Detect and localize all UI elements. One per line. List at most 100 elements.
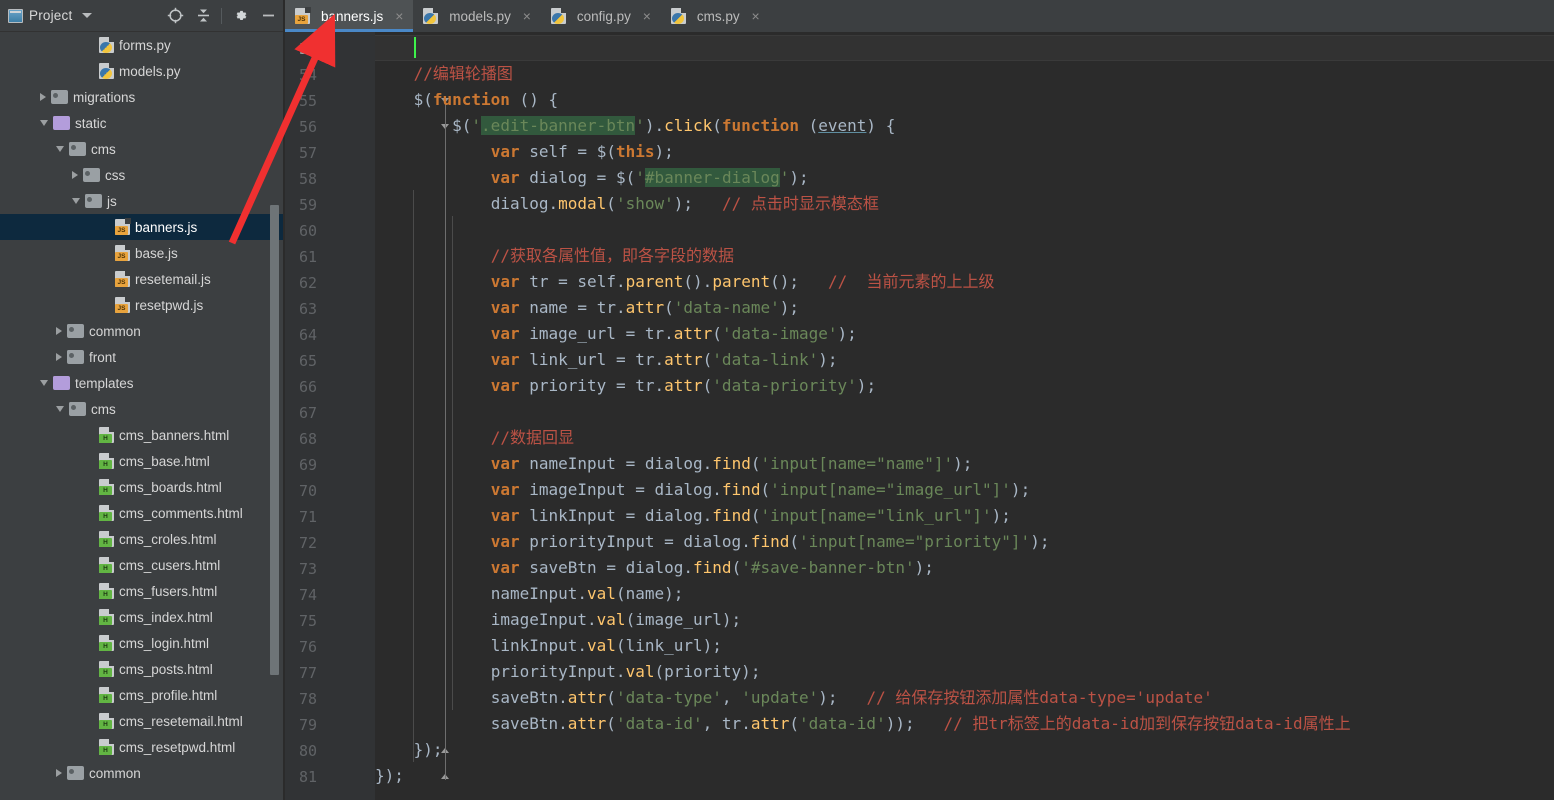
html-file-icon bbox=[99, 686, 115, 703]
line-number: 67 bbox=[298, 404, 317, 422]
line-number: 81 bbox=[298, 768, 317, 786]
tree-item[interactable]: cms_croles.html bbox=[0, 526, 285, 552]
chevron-down-icon[interactable] bbox=[40, 120, 48, 126]
folder-icon bbox=[69, 402, 86, 416]
chevron-down-icon[interactable] bbox=[56, 146, 64, 152]
tree-item-label: static bbox=[75, 115, 107, 131]
tree-item[interactable]: cms_login.html bbox=[0, 630, 285, 656]
line-number: 68 bbox=[298, 430, 317, 448]
tree-item[interactable]: cms_base.html bbox=[0, 448, 285, 474]
tree-item[interactable]: cms_resetpwd.html bbox=[0, 734, 285, 760]
line-number: 66 bbox=[298, 378, 317, 396]
line-number: 76 bbox=[298, 638, 317, 656]
tree-item-label: templates bbox=[75, 375, 134, 391]
tree-item[interactable]: static bbox=[0, 110, 285, 136]
editor-tab-label: models.py bbox=[449, 8, 511, 24]
text-caret bbox=[414, 37, 417, 58]
python-file-icon bbox=[550, 7, 567, 24]
tree-item[interactable]: cms_banners.html bbox=[0, 422, 285, 448]
code-line: var priority = tr.attr('data-priority'); bbox=[490, 376, 877, 395]
code-line: $(function () { bbox=[413, 90, 559, 109]
close-icon[interactable]: × bbox=[521, 9, 533, 23]
chevron-down-icon[interactable] bbox=[56, 406, 64, 412]
editor-tab-label: config.py bbox=[576, 8, 631, 24]
tree-item[interactable]: templates bbox=[0, 370, 285, 396]
toolbar-divider bbox=[221, 7, 222, 24]
project-panel-header: Project bbox=[0, 0, 285, 32]
html-file-icon bbox=[99, 582, 115, 599]
tree-item-label: base.js bbox=[135, 245, 178, 261]
tree-item-label: resetpwd.js bbox=[135, 297, 204, 313]
chevron-down-icon[interactable] bbox=[40, 380, 48, 386]
chevron-right-icon[interactable] bbox=[72, 171, 78, 179]
line-number: 79 bbox=[298, 716, 317, 734]
tree-item[interactable]: js bbox=[0, 188, 285, 214]
chevron-down-icon[interactable] bbox=[82, 13, 93, 18]
tree-item[interactable]: base.js bbox=[0, 240, 285, 266]
locate-target-icon[interactable] bbox=[162, 3, 188, 29]
tree-item[interactable]: cms bbox=[0, 396, 285, 422]
tree-item[interactable]: common bbox=[0, 318, 285, 344]
tree-item[interactable]: cms_fusers.html bbox=[0, 578, 285, 604]
tree-item[interactable]: resetpwd.js bbox=[0, 292, 285, 318]
editor-tab-banners-js[interactable]: banners.js × bbox=[285, 0, 414, 32]
editor-tab-config-py[interactable]: config.py × bbox=[541, 0, 661, 32]
tree-item[interactable]: resetemail.js bbox=[0, 266, 285, 292]
editor-area: banners.js × models.py × config.py × cms.py × 5… bbox=[285, 0, 1554, 800]
javascript-file-icon bbox=[115, 296, 131, 313]
tree-item-label: cms_boards.html bbox=[119, 479, 222, 495]
tree-item[interactable]: forms.py bbox=[0, 32, 285, 58]
tree-item[interactable]: common bbox=[0, 760, 285, 786]
tree-item-label: cms bbox=[91, 141, 116, 157]
settings-gear-icon[interactable] bbox=[227, 3, 253, 29]
tree-item-label: cms_resetpwd.html bbox=[119, 739, 236, 755]
code-line: var priorityInput = dialog.find('input[n… bbox=[490, 532, 1050, 551]
line-number: 77 bbox=[298, 664, 317, 682]
tree-item[interactable]: cms bbox=[0, 136, 285, 162]
tree-item[interactable]: cms_posts.html bbox=[0, 656, 285, 682]
collapse-all-icon[interactable] bbox=[190, 3, 216, 29]
tree-item-selected[interactable]: banners.js bbox=[0, 214, 285, 240]
tree-item[interactable]: cms_index.html bbox=[0, 604, 285, 630]
python-file-icon bbox=[99, 36, 115, 53]
tree-item-label: cms_resetemail.html bbox=[119, 713, 243, 729]
project-panel-scrollbar[interactable] bbox=[270, 205, 279, 675]
chevron-right-icon[interactable] bbox=[56, 327, 62, 335]
html-file-icon bbox=[99, 452, 115, 469]
chevron-right-icon[interactable] bbox=[40, 93, 46, 101]
chevron-down-icon[interactable] bbox=[72, 198, 80, 204]
project-file-tree[interactable]: forms.py models.py migrations static cms css j… bbox=[0, 32, 285, 800]
tree-item[interactable]: cms_profile.html bbox=[0, 682, 285, 708]
project-title-button[interactable]: Project bbox=[0, 8, 93, 23]
tree-item-label: forms.py bbox=[119, 37, 171, 53]
code-folding-gutter[interactable] bbox=[361, 32, 449, 800]
tree-item-label: cms_profile.html bbox=[119, 687, 218, 703]
editor-tab-cms-py[interactable]: cms.py × bbox=[661, 0, 770, 32]
code-line: linkInput.val(link_url); bbox=[490, 636, 722, 655]
tree-item[interactable]: models.py bbox=[0, 58, 285, 84]
line-number: 65 bbox=[298, 352, 317, 370]
close-icon[interactable]: × bbox=[641, 9, 653, 23]
tree-item-label: cms_base.html bbox=[119, 453, 210, 469]
folder-resource-icon bbox=[53, 376, 70, 390]
tree-item[interactable]: front bbox=[0, 344, 285, 370]
hide-panel-icon[interactable] bbox=[255, 3, 281, 29]
code-line: }); bbox=[413, 740, 443, 759]
chevron-right-icon[interactable] bbox=[56, 353, 62, 361]
close-icon[interactable]: × bbox=[750, 9, 762, 23]
tree-item[interactable]: migrations bbox=[0, 84, 285, 110]
chevron-right-icon[interactable] bbox=[56, 769, 62, 777]
project-panel-title: Project bbox=[29, 8, 73, 23]
line-number: 73 bbox=[298, 560, 317, 578]
tree-item[interactable]: cms_cusers.html bbox=[0, 552, 285, 578]
tree-item[interactable]: cms_comments.html bbox=[0, 500, 285, 526]
close-icon[interactable]: × bbox=[393, 9, 405, 23]
tree-item[interactable]: cms_resetemail.html bbox=[0, 708, 285, 734]
code-editor[interactable]: 53 54 55 56 57 58 59 60 61 62 63 64 65 66 67 68 69 70 71 72… bbox=[285, 32, 1554, 800]
html-file-icon bbox=[99, 478, 115, 495]
tree-item[interactable]: css bbox=[0, 162, 285, 188]
editor-tab-models-py[interactable]: models.py × bbox=[413, 0, 541, 32]
tree-item[interactable]: cms_boards.html bbox=[0, 474, 285, 500]
code-text[interactable]: //编辑轮播图 $(function () { $('.edit-banner-… bbox=[375, 32, 1554, 800]
code-line: imageInput.val(image_url); bbox=[490, 610, 742, 629]
